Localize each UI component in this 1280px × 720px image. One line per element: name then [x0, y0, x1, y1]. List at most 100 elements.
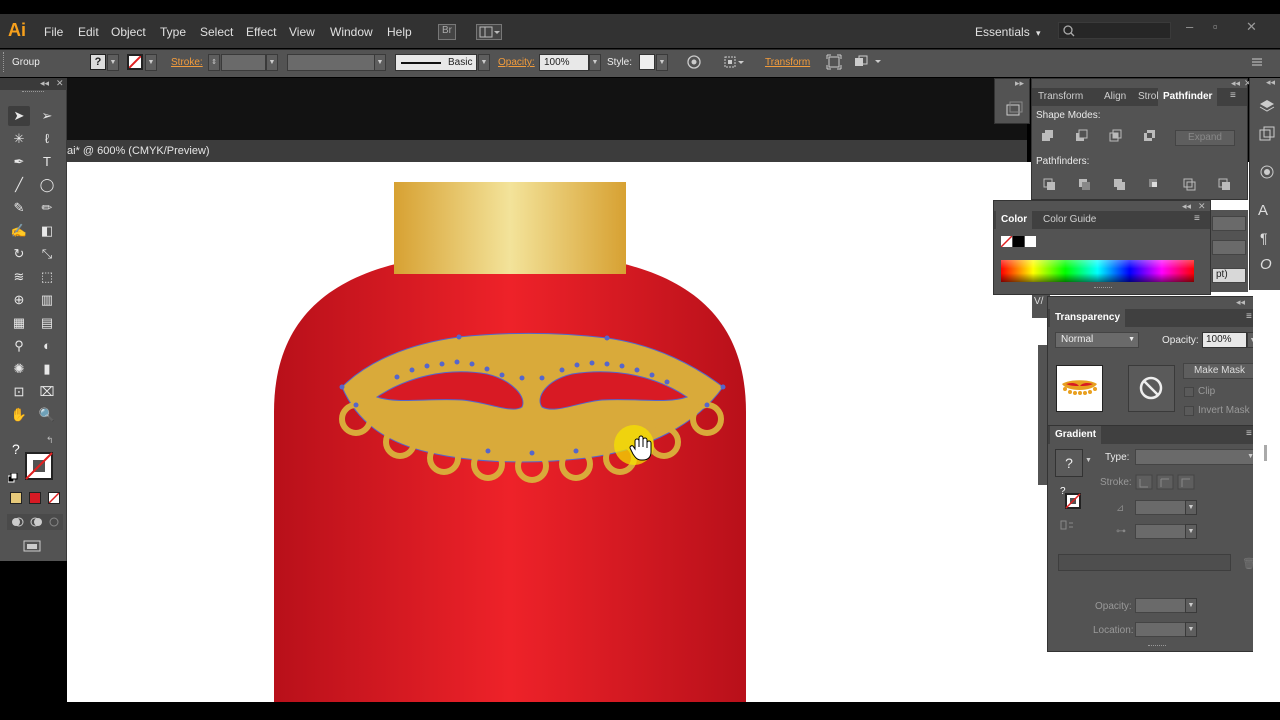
mask-thumbnail[interactable] [1128, 365, 1175, 412]
tab-transform[interactable]: Transform [1038, 91, 1083, 102]
bridge-button[interactable]: Br [438, 24, 456, 40]
chevron-down-icon[interactable]: ▼ [1085, 457, 1092, 464]
fill-swatch[interactable]: ? [90, 54, 106, 70]
collapse-icon[interactable]: ◂◂ [1266, 77, 1275, 88]
workspace-switcher[interactable]: Essentials ▾ [975, 25, 1041, 39]
brush-dropdown[interactable]: ▼ [478, 54, 490, 71]
panel-menu-icon[interactable]: ≡ [1230, 90, 1236, 101]
hand-tool-icon[interactable]: ✋ [8, 405, 30, 425]
graphic-style-dropdown[interactable]: ▼ [656, 54, 668, 71]
search-input[interactable] [1058, 22, 1171, 39]
menu-file[interactable]: File [44, 25, 63, 39]
line-tool-icon[interactable]: ╱ [8, 175, 30, 195]
stroke-weight-field[interactable] [221, 54, 266, 71]
zoom-tool-icon[interactable]: 🔍 [36, 405, 58, 425]
blend-tool-icon[interactable]: ◐ [36, 336, 58, 356]
control-panel-menu[interactable] [1250, 55, 1266, 69]
screen-mode-button[interactable] [22, 538, 44, 554]
symbol-sprayer-tool-icon[interactable]: ✺ [8, 359, 30, 379]
merge-icon[interactable] [1114, 179, 1125, 190]
expand-button[interactable]: Expand [1175, 130, 1235, 146]
variable-width-profile[interactable] [287, 54, 375, 71]
intersect-icon[interactable] [1109, 129, 1122, 142]
black-swatch[interactable] [1013, 236, 1024, 247]
arrange-documents-button[interactable] [476, 24, 502, 40]
gradient-opacity-field[interactable] [1135, 598, 1186, 613]
transform-link[interactable]: Transform [765, 57, 810, 68]
reverse-gradient-icon[interactable] [1060, 518, 1074, 532]
shape-builder-tool-icon[interactable]: ⊕ [8, 290, 30, 310]
selection-tool-icon[interactable]: ➤ [8, 106, 30, 126]
stroke-along-icon[interactable] [1156, 474, 1174, 490]
direct-selection-tool-icon[interactable]: ➢ [36, 106, 58, 126]
opacity-dropdown[interactable]: ▼ [589, 54, 601, 71]
stroke-swatch-small[interactable] [1064, 492, 1082, 510]
close-icon[interactable]: ✕ [56, 78, 64, 89]
gradient-slider[interactable] [1058, 554, 1231, 571]
transparency-opacity-field[interactable]: 100% [1202, 332, 1247, 348]
minimize-button[interactable]: – [1186, 19, 1193, 34]
magic-wand-tool-icon[interactable]: ✳ [8, 129, 30, 149]
graph-tool-icon[interactable]: ▥ [36, 290, 58, 310]
gradient-angle-field[interactable] [1135, 500, 1186, 515]
fill-color-box[interactable]: ? [12, 441, 20, 457]
none-mode-icon[interactable] [48, 492, 60, 504]
stroke-weight-dropdown[interactable]: ▼ [266, 54, 278, 71]
stroke-across-icon[interactable] [1177, 474, 1195, 490]
recolor-artwork-button[interactable] [686, 54, 704, 72]
graphic-style-swatch[interactable] [639, 54, 655, 70]
tab-align[interactable]: Align [1104, 91, 1126, 102]
stroke-weight-stepper[interactable]: ⇕ [208, 54, 220, 71]
expand-dock-icon[interactable]: ▸▸ [1015, 78, 1024, 89]
panel-resize-grip[interactable] [1094, 287, 1112, 290]
control-bar-grip[interactable] [3, 52, 6, 72]
menu-effect[interactable]: Effect [246, 25, 276, 39]
column-graph-tool-icon[interactable]: ▮ [36, 359, 58, 379]
gradient-aspect-field[interactable] [1135, 524, 1186, 539]
paintbrush-tool-icon[interactable]: ✎ [8, 198, 30, 218]
minus-back-icon[interactable] [1218, 178, 1230, 190]
collapse-icon[interactable]: ◂◂ [40, 78, 49, 89]
ellipse-tool-icon[interactable]: ◯ [36, 175, 58, 195]
gradient-mode-icon[interactable] [29, 492, 41, 504]
opentype-icon[interactable]: O [1260, 256, 1272, 273]
collapse-icon[interactable]: ◂◂ [1236, 297, 1245, 308]
stroke-within-icon[interactable] [1135, 474, 1153, 490]
opacity-field[interactable]: 100% [539, 54, 589, 71]
color-mode-icon[interactable] [10, 492, 22, 504]
stroke-dropdown[interactable]: ▼ [145, 54, 157, 71]
menu-type[interactable]: Type [160, 25, 186, 39]
paragraph-icon[interactable]: ¶ [1260, 230, 1268, 246]
tab-color[interactable]: Color [996, 211, 1033, 229]
character-icon[interactable]: A [1258, 202, 1268, 219]
stroke-swatch[interactable] [127, 54, 143, 70]
arrange-button[interactable] [853, 54, 885, 72]
fill-dropdown[interactable]: ▼ [107, 54, 119, 71]
tab-gradient[interactable]: Gradient [1050, 426, 1102, 444]
artboard-panel-icon[interactable] [1004, 101, 1024, 119]
eraser-tool-icon[interactable]: ◧ [36, 221, 58, 241]
object-thumbnail[interactable] [1056, 365, 1103, 412]
brush-definition[interactable]: Basic [395, 54, 477, 71]
unite-icon[interactable] [1042, 130, 1053, 141]
invert-mask-checkbox[interactable] [1184, 406, 1194, 416]
blob-brush-tool-icon[interactable]: ✍ [8, 221, 30, 241]
menu-select[interactable]: Select [200, 25, 233, 39]
menu-view[interactable]: View [289, 25, 315, 39]
swap-colors-icon[interactable]: ↰ [46, 435, 54, 446]
trim-icon[interactable] [1079, 179, 1090, 190]
partial-field[interactable] [1212, 240, 1246, 255]
panel-menu-icon[interactable]: ≡ [1246, 428, 1252, 439]
white-swatch[interactable] [1025, 236, 1036, 247]
layers-icon[interactable] [1258, 98, 1276, 114]
gradient-type-select[interactable]: ▼ [1135, 449, 1258, 465]
color-spectrum[interactable] [1001, 260, 1194, 282]
drawing-modes[interactable] [7, 514, 63, 530]
panel-resize-grip[interactable] [1148, 645, 1166, 648]
variable-width-dropdown[interactable]: ▼ [374, 54, 386, 71]
close-button[interactable]: ✕ [1246, 19, 1257, 35]
gradient-opacity-dropdown[interactable]: ▼ [1185, 598, 1197, 613]
pen-tool-icon[interactable]: ✒ [8, 152, 30, 172]
free-transform-tool-icon[interactable]: ⬚ [36, 267, 58, 287]
isolate-group-button[interactable] [826, 54, 844, 72]
